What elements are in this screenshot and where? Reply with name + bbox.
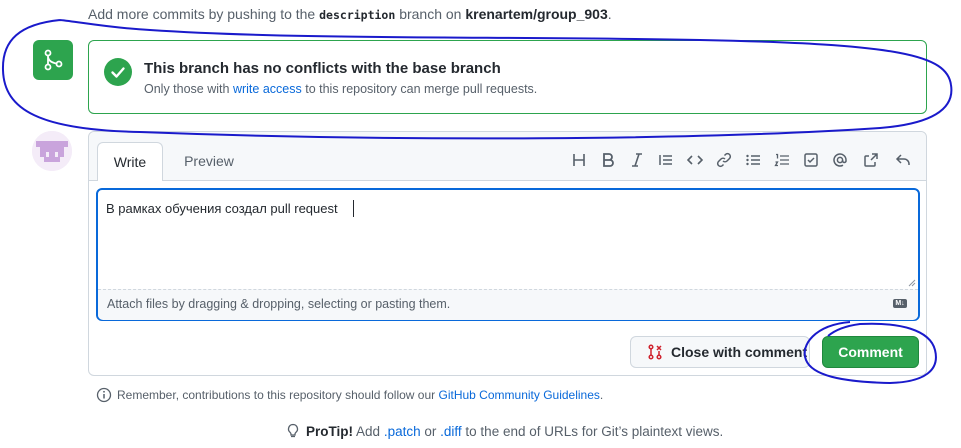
cross-reference-icon[interactable] bbox=[860, 150, 882, 170]
ordered-list-icon[interactable] bbox=[771, 150, 793, 170]
merge-status-title: This branch has no conflicts with the ba… bbox=[144, 60, 501, 77]
bold-icon[interactable] bbox=[597, 150, 619, 170]
check-icon bbox=[104, 58, 132, 86]
link-icon[interactable] bbox=[713, 150, 735, 170]
light-bulb-icon bbox=[287, 423, 299, 438]
code-icon[interactable] bbox=[684, 150, 706, 170]
merge-status-box bbox=[88, 40, 927, 114]
reply-icon[interactable] bbox=[892, 150, 914, 170]
git-merge-icon bbox=[33, 40, 73, 80]
resize-handle-icon[interactable] bbox=[906, 277, 916, 287]
attach-files-hint: Attach files by dragging & dropping, sel… bbox=[107, 297, 451, 311]
close-with-comment-button[interactable]: Close with comment bbox=[630, 336, 810, 368]
patch-link[interactable]: .patch bbox=[384, 424, 421, 439]
push-hint: Add more commits by pushing to the descr… bbox=[88, 6, 612, 22]
quote-icon[interactable] bbox=[655, 150, 677, 170]
guidelines-note: Remember, contributions to this reposito… bbox=[96, 387, 603, 403]
mention-icon[interactable] bbox=[829, 150, 851, 170]
comment-button[interactable]: Comment bbox=[822, 336, 919, 368]
write-access-link[interactable]: write access bbox=[233, 82, 302, 96]
repo-name: krenartem/group_903 bbox=[465, 6, 608, 22]
tab-preview[interactable]: Preview bbox=[176, 142, 242, 181]
merge-status-subtitle: Only those with write access to this rep… bbox=[144, 82, 538, 96]
comment-text[interactable]: В рамках обучения создал pull request bbox=[106, 201, 338, 216]
pull-request-closed-icon bbox=[648, 344, 662, 360]
protip-note: ProTip! Add .patch or .diff to the end o… bbox=[286, 423, 723, 439]
info-icon bbox=[96, 387, 112, 403]
heading-icon[interactable] bbox=[568, 150, 590, 170]
task-list-icon[interactable] bbox=[800, 150, 822, 170]
tab-write[interactable]: Write bbox=[97, 142, 163, 181]
diff-link[interactable]: .diff bbox=[440, 424, 462, 439]
avatar[interactable] bbox=[32, 131, 72, 171]
community-guidelines-link[interactable]: GitHub Community Guidelines bbox=[439, 388, 600, 402]
unordered-list-icon[interactable] bbox=[742, 150, 764, 170]
markdown-icon[interactable]: M↓ bbox=[893, 299, 907, 308]
italic-icon[interactable] bbox=[626, 150, 648, 170]
branch-name: description bbox=[319, 8, 396, 22]
text-caret bbox=[353, 200, 354, 217]
